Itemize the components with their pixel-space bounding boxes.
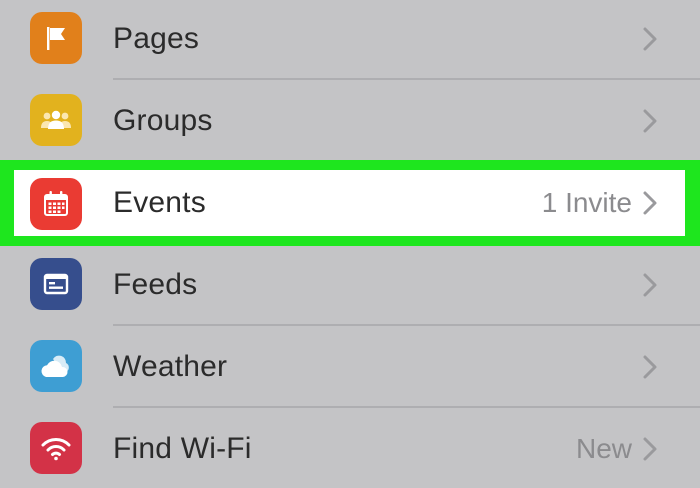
list-item-pages[interactable]: Pages: [0, 0, 700, 80]
chevron-right-icon: [643, 355, 657, 379]
list-item-groups[interactable]: Groups: [0, 80, 700, 162]
feed-icon: [30, 258, 82, 310]
list-item-label: Feeds: [113, 268, 198, 301]
flag-icon: [30, 12, 82, 64]
list-item-weather[interactable]: Weather: [0, 326, 700, 408]
people-icon: [30, 94, 82, 146]
list-item-label: Find Wi-Fi: [113, 432, 252, 465]
list-item-events[interactable]: Events 1 Invite: [0, 162, 700, 244]
weather-icon: [30, 340, 82, 392]
chevron-right-icon: [643, 273, 657, 297]
wifi-icon: [30, 422, 82, 474]
list-item-label: Pages: [113, 22, 200, 55]
list-item-label: Groups: [113, 104, 213, 137]
wifi-new-badge: New: [575, 433, 632, 464]
calendar-icon: [30, 178, 82, 230]
list-item-label: Events: [113, 186, 206, 219]
list-item-find-wifi[interactable]: Find Wi-Fi New: [0, 408, 700, 488]
chevron-right-icon: [643, 109, 657, 133]
list-item-feeds[interactable]: Feeds: [0, 244, 700, 326]
chevron-right-icon: [643, 27, 657, 51]
settings-list: Pages Groups Events 1 Invite Feeds Weath…: [0, 0, 700, 488]
list-item-label: Weather: [113, 350, 228, 383]
chevron-right-icon: [643, 191, 657, 215]
chevron-right-icon: [643, 437, 657, 461]
events-invite-count: 1 Invite: [541, 187, 632, 218]
